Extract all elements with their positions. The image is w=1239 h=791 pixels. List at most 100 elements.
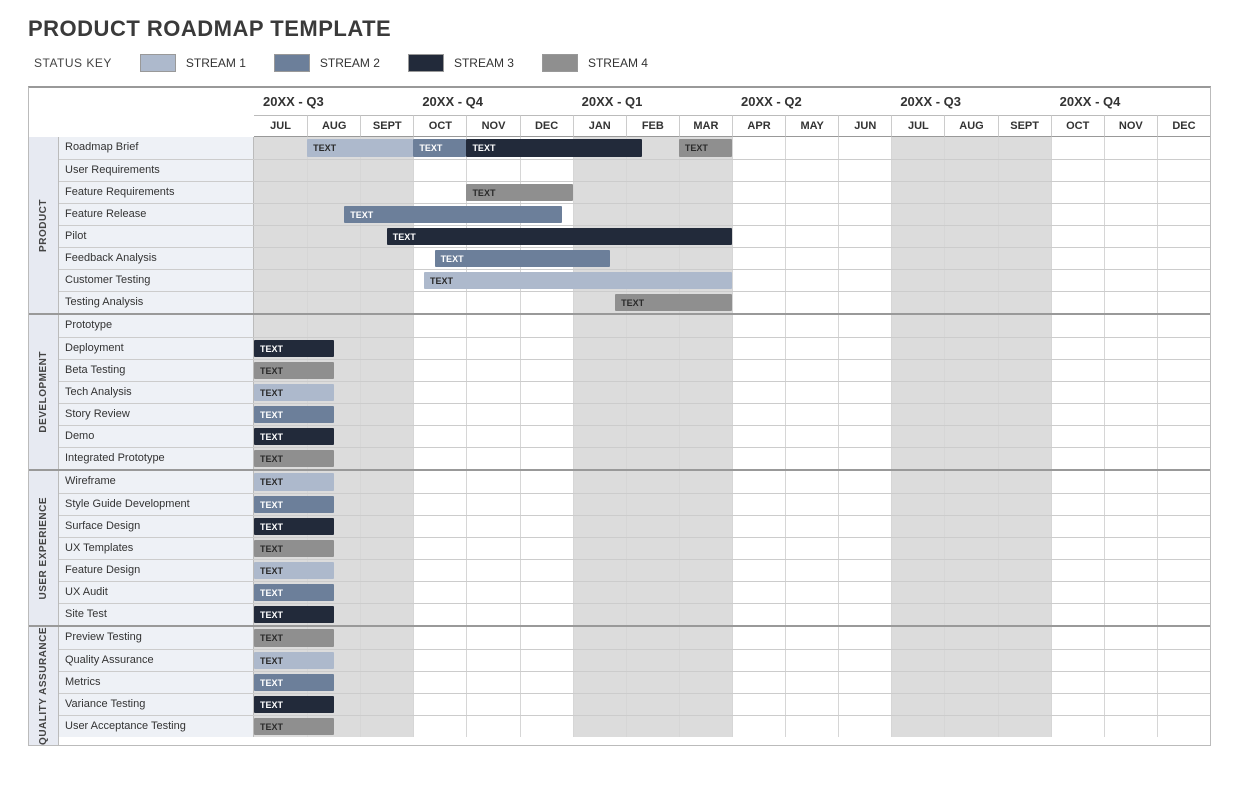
timeline-cell: [732, 716, 785, 737]
legend-label: STREAM 4: [588, 56, 648, 70]
timeline-cell: [1104, 494, 1157, 515]
timeline-cell: [998, 672, 1051, 693]
task-row: Testing AnalysisTEXT: [59, 291, 1210, 313]
timeline-cell: [679, 516, 732, 537]
timeline-cell: [626, 494, 679, 515]
timeline-cell: [1157, 716, 1210, 737]
timeline-cell: [1157, 360, 1210, 381]
legend-item: STREAM 4: [542, 54, 648, 72]
legend-label: STREAM 1: [186, 56, 246, 70]
task-timeline: TEXT: [254, 516, 1210, 537]
timeline-cell: [785, 694, 838, 715]
timeline-cell: [466, 716, 519, 737]
timeline-cell: [520, 315, 573, 337]
timeline-cell: [413, 448, 466, 469]
legend-swatch: [542, 54, 578, 72]
timeline-cell: [254, 226, 307, 247]
timeline-cell: [891, 494, 944, 515]
timeline-cell: [944, 338, 997, 359]
timeline-cell: [891, 716, 944, 737]
timeline-cell: [360, 248, 413, 269]
group-label: QUALITY ASSURANCE: [29, 627, 59, 745]
timeline-cell: [626, 627, 679, 649]
gantt-bar: TEXT: [466, 139, 641, 157]
timeline-cell: [626, 582, 679, 603]
timeline-cell: [413, 382, 466, 403]
timeline-cell: [413, 627, 466, 649]
timeline-cell: [466, 627, 519, 649]
month-header: JUL: [254, 115, 307, 137]
timeline-cell: [360, 448, 413, 469]
timeline-cell: [891, 582, 944, 603]
timeline-cell: [785, 270, 838, 291]
timeline-cell: [1051, 292, 1104, 313]
timeline-cell: [1157, 338, 1210, 359]
timeline-cell: [360, 494, 413, 515]
timeline-cell: [732, 471, 785, 493]
timeline-cell: [944, 471, 997, 493]
group-label: USER EXPERIENCE: [29, 471, 59, 625]
timeline-cell: [1104, 137, 1157, 159]
timeline-cell: [520, 627, 573, 649]
timeline-cell: [1104, 538, 1157, 559]
timeline-cell: [1157, 292, 1210, 313]
task-row: Prototype: [59, 315, 1210, 337]
quarter-header: 20XX - Q4: [1051, 88, 1210, 115]
timeline-cell: [466, 315, 519, 337]
task-timeline: TEXT: [254, 226, 1210, 247]
timeline-cell: [891, 471, 944, 493]
timeline-cell: [626, 538, 679, 559]
timeline-cell: [1051, 404, 1104, 425]
timeline-cell: [838, 694, 891, 715]
timeline-cell: [1051, 560, 1104, 581]
timeline-cell: [838, 382, 891, 403]
timeline-cell: [891, 426, 944, 447]
timeline-cell: [520, 650, 573, 671]
timeline-cell: [1051, 627, 1104, 649]
gantt-bar: TEXT: [387, 228, 732, 245]
timeline-cell: [573, 560, 626, 581]
timeline-cell: [944, 672, 997, 693]
task-timeline: TEXT: [254, 604, 1210, 625]
timeline-cell: [838, 160, 891, 181]
timeline-cell: [254, 292, 307, 313]
timeline-cell: [785, 716, 838, 737]
timeline-cell: [254, 315, 307, 337]
timeline-cell: [891, 292, 944, 313]
timeline-cell: [998, 627, 1051, 649]
timeline-cell: [785, 604, 838, 625]
timeline-cell: [466, 382, 519, 403]
timeline-cell: [1051, 650, 1104, 671]
month-header: SEPT: [998, 115, 1051, 137]
gantt-bar: TEXT: [254, 562, 334, 579]
timeline-cell: [732, 226, 785, 247]
task-row: Site TestTEXT: [59, 603, 1210, 625]
timeline-cell: [466, 471, 519, 493]
task-group: USER EXPERIENCEWireframeTEXTStyle Guide …: [29, 469, 1210, 625]
timeline-cell: [838, 204, 891, 225]
timeline-cell: [785, 382, 838, 403]
gantt-bar: TEXT: [254, 652, 334, 669]
timeline-cell: [785, 650, 838, 671]
month-header: JUN: [838, 115, 891, 137]
timeline-cell: [520, 694, 573, 715]
timeline-cell: [785, 404, 838, 425]
timeline-cell: [626, 182, 679, 203]
timeline-cell: [1157, 182, 1210, 203]
timeline-cell: [413, 315, 466, 337]
task-timeline: TEXT: [254, 582, 1210, 603]
timeline-cell: [360, 716, 413, 737]
timeline-cell: [679, 315, 732, 337]
timeline-cell: [360, 582, 413, 603]
timeline-cell: [466, 694, 519, 715]
gantt-bar: TEXT: [679, 139, 732, 157]
month-header: SEPT: [360, 115, 413, 137]
gantt-bar: TEXT: [615, 294, 732, 311]
timeline-cell: [891, 137, 944, 159]
timeline-cell: [944, 137, 997, 159]
timeline-cell: [254, 204, 307, 225]
gantt-bar: TEXT: [254, 496, 334, 513]
timeline-cell: [573, 672, 626, 693]
task-name: Surface Design: [59, 516, 254, 537]
timeline-cell: [1157, 315, 1210, 337]
